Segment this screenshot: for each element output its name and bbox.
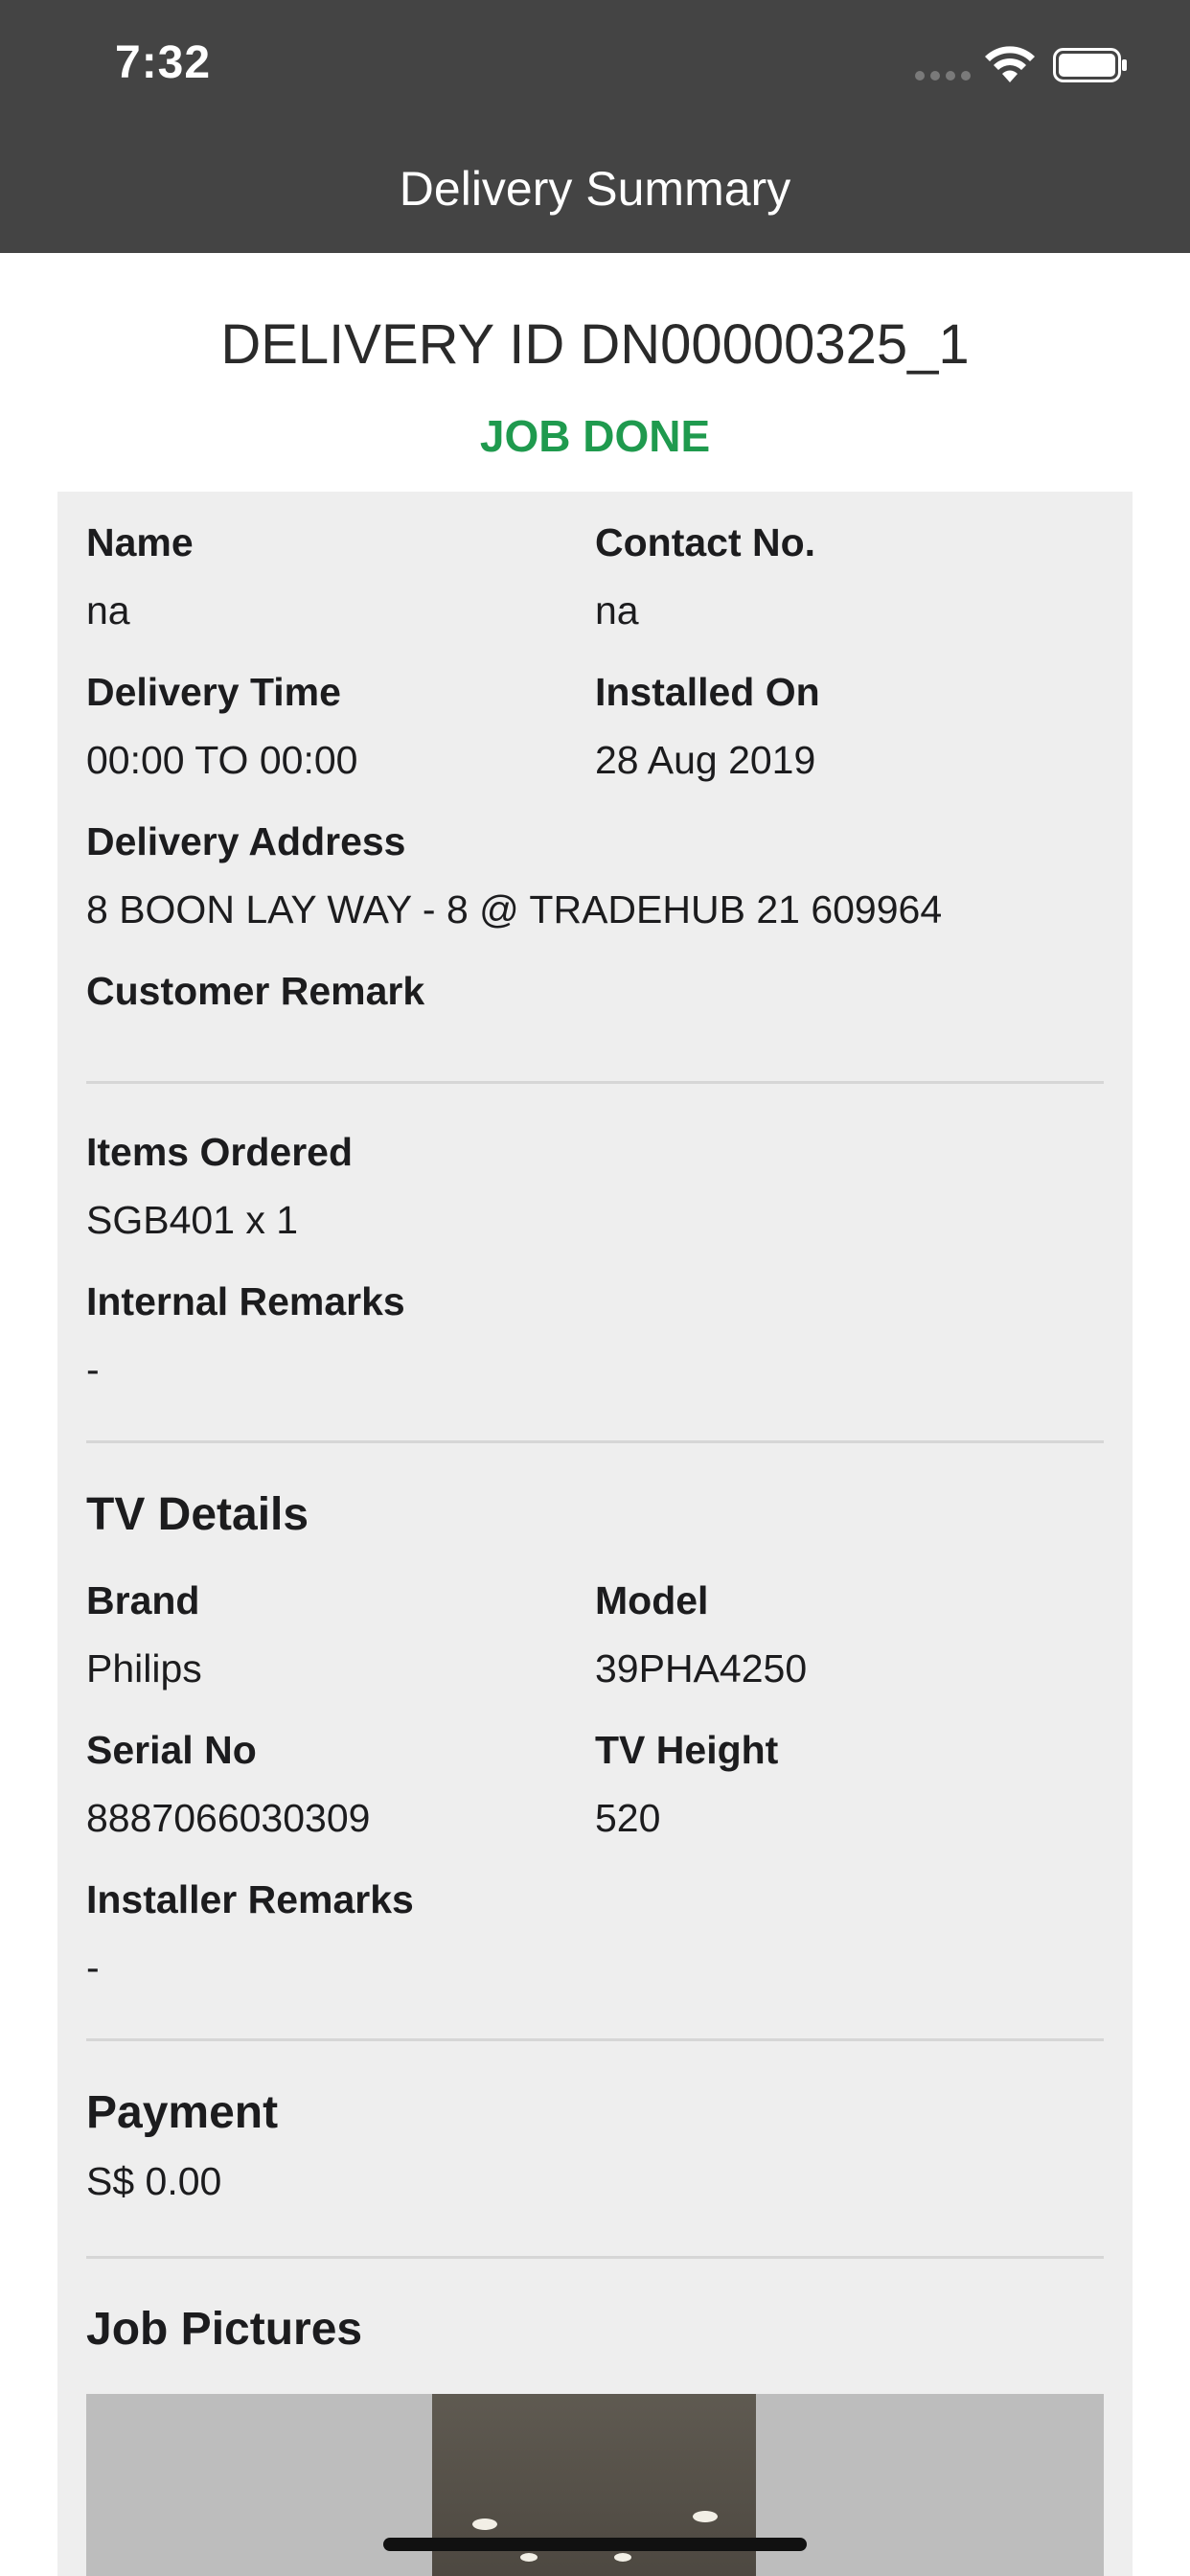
contact-value: na bbox=[595, 588, 639, 632]
installer-remarks-value: - bbox=[86, 1945, 100, 1990]
installed-on-label: Installed On bbox=[595, 670, 820, 714]
cellular-signal-icon bbox=[915, 71, 973, 82]
model-value: 39PHA4250 bbox=[595, 1646, 808, 1690]
customer-remark-field: Customer Remark bbox=[86, 969, 424, 1037]
items-ordered-value: SGB401 x 1 bbox=[86, 1198, 299, 1242]
delivery-id: DELIVERY ID DN00000325_1 bbox=[220, 313, 970, 376]
payment-field: S$ 0.00 bbox=[86, 2136, 221, 2204]
ceiling-light bbox=[693, 2511, 718, 2522]
battery-icon bbox=[1053, 48, 1127, 82]
internal-remarks-label: Internal Remarks bbox=[86, 1279, 405, 1323]
contact-label: Contact No. bbox=[595, 520, 816, 564]
divider bbox=[86, 2256, 1104, 2259]
model-label: Model bbox=[595, 1578, 709, 1622]
delivery-address-value: 8 BOON LAY WAY - 8 @ TRADEHUB 21 609964 bbox=[86, 887, 943, 932]
internal-remarks-value: - bbox=[86, 1347, 100, 1392]
job-pictures-title: Job Pictures bbox=[86, 2304, 363, 2355]
name-field: Name na bbox=[86, 520, 194, 633]
wifi-icon bbox=[985, 46, 1035, 82]
delivery-address-field: Delivery Address 8 BOON LAY WAY - 8 @ TR… bbox=[86, 819, 942, 932]
divider bbox=[86, 1081, 1104, 1084]
delivery-header: DELIVERY ID DN00000325_1 JOB DONE bbox=[0, 253, 1190, 493]
delivery-address-label: Delivery Address bbox=[86, 819, 406, 863]
installer-remarks-label: Installer Remarks bbox=[86, 1877, 414, 1921]
tv-details-title: TV Details bbox=[86, 1489, 309, 1540]
ceiling-light bbox=[614, 2553, 631, 2562]
installer-remarks-field: Installer Remarks - bbox=[86, 1877, 414, 1990]
delivery-time-value: 00:00 TO 00:00 bbox=[86, 738, 358, 782]
brand-label: Brand bbox=[86, 1578, 200, 1622]
serial-no-label: Serial No bbox=[86, 1728, 257, 1772]
installed-on-value: 28 Aug 2019 bbox=[595, 738, 816, 782]
tv-height-value: 520 bbox=[595, 1796, 661, 1840]
tv-height-field: TV Height 520 bbox=[595, 1728, 778, 1841]
status-time: 7:32 bbox=[115, 37, 212, 88]
customer-remark-label: Customer Remark bbox=[86, 969, 425, 1013]
divider bbox=[86, 1440, 1104, 1443]
model-field: Model 39PHA4250 bbox=[595, 1578, 807, 1691]
navigation-bar: Delivery Summary bbox=[0, 126, 1190, 253]
delivery-time-field: Delivery Time 00:00 TO 00:00 bbox=[86, 670, 357, 783]
delivery-details-card: Name na Contact No. na Delivery Time 00:… bbox=[57, 492, 1133, 2576]
name-value: na bbox=[86, 588, 130, 632]
installed-on-field: Installed On 28 Aug 2019 bbox=[595, 670, 820, 783]
job-status-badge: JOB DONE bbox=[479, 411, 711, 461]
serial-no-value: 8887066030309 bbox=[86, 1796, 371, 1840]
payment-title: Payment bbox=[86, 2087, 279, 2138]
ceiling-light bbox=[520, 2553, 538, 2562]
contact-field: Contact No. na bbox=[595, 520, 815, 633]
name-label: Name bbox=[86, 520, 194, 564]
divider bbox=[86, 2038, 1104, 2041]
delivery-time-label: Delivery Time bbox=[86, 670, 341, 714]
brand-value: Philips bbox=[86, 1646, 202, 1690]
page-title: Delivery Summary bbox=[399, 162, 791, 216]
payment-amount: S$ 0.00 bbox=[86, 2159, 222, 2203]
items-ordered-label: Items Ordered bbox=[86, 1130, 353, 1174]
tv-height-label: TV Height bbox=[595, 1728, 779, 1772]
status-bar: 7:32 bbox=[0, 0, 1190, 126]
ceiling-light bbox=[472, 2518, 497, 2530]
home-indicator[interactable] bbox=[383, 2538, 807, 2551]
brand-field: Brand Philips bbox=[86, 1578, 202, 1691]
internal-remarks-field: Internal Remarks - bbox=[86, 1279, 405, 1392]
items-ordered-field: Items Ordered SGB401 x 1 bbox=[86, 1130, 353, 1243]
serial-no-field: Serial No 8887066030309 bbox=[86, 1728, 370, 1841]
